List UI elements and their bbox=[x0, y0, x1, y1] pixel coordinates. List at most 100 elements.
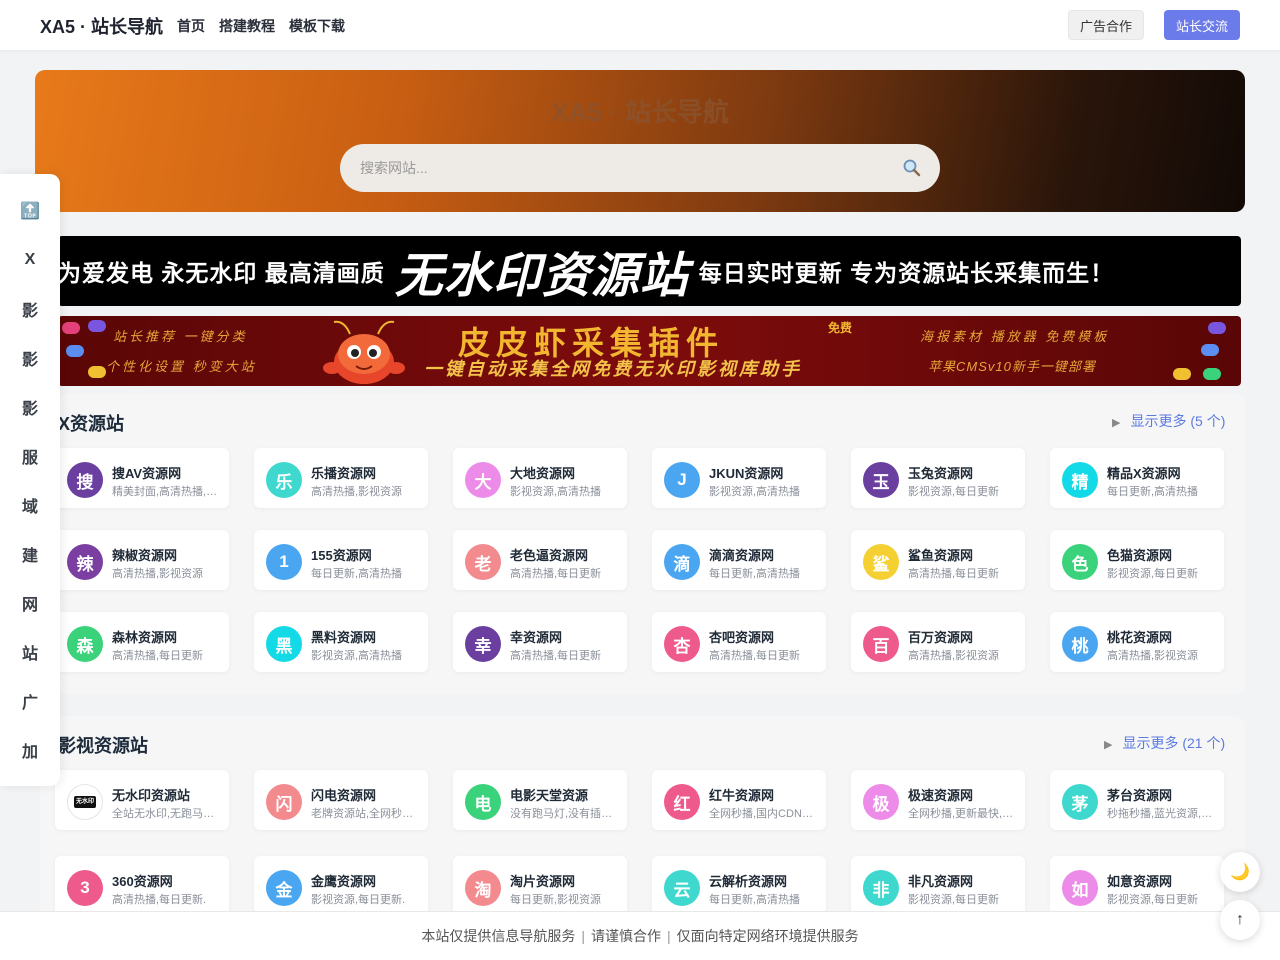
site-brand[interactable]: XA5 · 站长导航 bbox=[40, 13, 163, 39]
site-description: 全站无水印,无跑马灯,高清 bbox=[112, 808, 222, 820]
site-card[interactable]: 茅茅台资源网 秒拖秒播,蓝光资源,高清 bbox=[1050, 770, 1224, 830]
site-card[interactable]: 桃桃花资源网 高清热播,影视资源 bbox=[1050, 612, 1224, 672]
site-description: 每日更新,高清热播 bbox=[709, 894, 801, 906]
site-avatar: 色 bbox=[1062, 544, 1098, 580]
sidebar-item[interactable]: 站 bbox=[0, 632, 60, 672]
webmaster-exchange-button[interactable]: 站长交流 bbox=[1164, 10, 1240, 40]
site-name: 155资源网 bbox=[311, 548, 372, 563]
site-card[interactable]: 鲨鲨鱼资源网 高清热播,每日更新 bbox=[851, 530, 1025, 590]
nav-tutorial[interactable]: 搭建教程 bbox=[219, 16, 275, 36]
site-card[interactable]: 乐乐播资源网 高清热播,影视资源 bbox=[254, 448, 428, 508]
site-card[interactable]: 色色猫资源网 影视资源,每日更新 bbox=[1050, 530, 1224, 590]
site-name: 辣椒资源网 bbox=[112, 548, 178, 563]
banner-play-icon bbox=[1173, 368, 1191, 380]
sidebar-item[interactable]: 域 bbox=[0, 485, 60, 525]
site-name: JKUN资源网 bbox=[709, 466, 784, 481]
back-to-top-arrow-icon[interactable]: ↑ bbox=[1220, 900, 1260, 940]
site-name: 玉兔资源网 bbox=[908, 466, 974, 481]
banner2-left-bottom-text: 个性化设置 秒变大站 bbox=[106, 359, 257, 374]
site-description: 每日更新,高清热播 bbox=[709, 568, 801, 580]
site-name: 360资源网 bbox=[112, 874, 173, 889]
site-card[interactable]: 玉玉兔资源网 影视资源,每日更新 bbox=[851, 448, 1025, 508]
site-avatar: 鲨 bbox=[863, 544, 899, 580]
site-name: 鲨鱼资源网 bbox=[908, 548, 974, 563]
ad-banner-watermark-free[interactable]: 为爱发电 永无水印 最高清画质 无水印资源站 每日实时更新 专为资源站长采集而生… bbox=[58, 236, 1241, 306]
site-name: 色猫资源网 bbox=[1107, 548, 1173, 563]
site-card[interactable]: 非非凡资源网 影视资源,每日更新 bbox=[851, 856, 1025, 916]
site-card[interactable]: 金金鹰资源网 影视资源,每日更新. bbox=[254, 856, 428, 916]
site-card[interactable]: J JKUN资源网 影视资源,高清热播 bbox=[652, 448, 826, 508]
site-card[interactable]: 云云解析资源网 每日更新,高清热播 bbox=[652, 856, 826, 916]
site-logo-icon: 无水印 bbox=[73, 796, 96, 808]
hero-title: XA5 · 站长导航 bbox=[551, 97, 729, 127]
sidebar-item[interactable]: 影 bbox=[0, 338, 60, 378]
site-card[interactable]: 百百万资源网 高清热播,影视资源 bbox=[851, 612, 1025, 672]
site-name: 桃花资源网 bbox=[1107, 630, 1173, 645]
category-sidebar: 🔝 X 影影影服域建网站广加 bbox=[0, 174, 60, 786]
site-card[interactable]: 大大地资源网 影视资源,高清热播 bbox=[453, 448, 627, 508]
site-name: 淘片资源网 bbox=[510, 874, 576, 889]
site-name: 非凡资源网 bbox=[908, 874, 974, 889]
search-icon[interactable] bbox=[902, 158, 922, 178]
sidebar-top-icon[interactable]: 🔝 bbox=[0, 191, 60, 231]
sidebar-item[interactable]: 影 bbox=[0, 387, 60, 427]
site-card[interactable]: 3 360资源网 高清热播,每日更新. bbox=[55, 856, 229, 916]
sidebar-item[interactable]: 建 bbox=[0, 534, 60, 574]
site-card[interactable]: 辣辣椒资源网 高清热播,影视资源 bbox=[55, 530, 229, 590]
site-description: 没有跑马灯,没有插播广告 bbox=[510, 808, 620, 820]
sidebar-item[interactable]: 广 bbox=[0, 681, 60, 721]
site-card[interactable]: 闪闪电资源网老牌资源站,全网秒播,更新快 bbox=[254, 770, 428, 830]
sidebar-item[interactable]: 影 bbox=[0, 289, 60, 329]
sidebar-item[interactable]: 加 bbox=[0, 730, 60, 770]
site-card[interactable]: 无水印 无水印资源站全站无水印,无跑马灯,高清 bbox=[55, 770, 229, 830]
site-avatar: J bbox=[664, 462, 700, 498]
site-card[interactable]: 滴滴滴资源网 每日更新,高清热播 bbox=[652, 530, 826, 590]
sidebar-item[interactable]: 服 bbox=[0, 436, 60, 476]
site-description: 老牌资源站,全网秒播,更新快 bbox=[311, 808, 421, 820]
site-name: 森林资源网 bbox=[112, 630, 178, 645]
site-avatar: 老 bbox=[465, 544, 501, 580]
site-card[interactable]: 淘淘片资源网 每日更新,影视资源 bbox=[453, 856, 627, 916]
show-more-link[interactable]: ▶ 显示更多 (5 个) bbox=[1112, 411, 1225, 431]
site-card[interactable]: 极极速资源网 全网秒播,更新最快,稳定 bbox=[851, 770, 1025, 830]
site-card[interactable]: 红红牛资源网 全网秒播,国内CDN加速 bbox=[652, 770, 826, 830]
theme-toggle-moon-icon[interactable]: 🌙 bbox=[1220, 852, 1260, 892]
site-card[interactable]: 幸幸资源网 高清热播,每日更新 bbox=[453, 612, 627, 672]
search-input[interactable] bbox=[360, 144, 880, 192]
banner2-right-bottom-text: 苹果CMSv10新手一键部署 bbox=[928, 359, 1096, 374]
banner-play-icon bbox=[1203, 368, 1221, 380]
site-avatar: 黑 bbox=[266, 626, 302, 662]
site-avatar: 滴 bbox=[664, 544, 700, 580]
sidebar-item[interactable]: X bbox=[0, 240, 60, 280]
banner2-subtitle: 一键自动采集全网免费无水印影视库助手 bbox=[424, 359, 802, 379]
site-card[interactable]: 精精品X资源网 每日更新,高清热播 bbox=[1050, 448, 1224, 508]
site-card[interactable]: 老老色逼资源网 高清热播,每日更新 bbox=[453, 530, 627, 590]
site-avatar: 搜 bbox=[67, 462, 103, 498]
sidebar-item[interactable]: 网 bbox=[0, 583, 60, 623]
site-name: 大地资源网 bbox=[510, 466, 576, 481]
site-name: 老色逼资源网 bbox=[510, 548, 589, 563]
site-name: 杏吧资源网 bbox=[709, 630, 775, 645]
ad-cooperation-button[interactable]: 广告合作 bbox=[1068, 10, 1144, 40]
site-avatar: 无水印 bbox=[67, 784, 103, 820]
ad-banner-collector-plugin[interactable]: 站长推荐 一键分类 个性化设置 秒变大站 皮皮虾采集插件 免费 一键自动采集全网… bbox=[58, 316, 1241, 386]
nav-templates[interactable]: 模板下载 bbox=[289, 16, 345, 36]
search-box bbox=[340, 144, 940, 192]
site-card[interactable]: 黑黑料资源网 影视资源,高清热播 bbox=[254, 612, 428, 672]
site-description: 全网秒播,国内CDN加速 bbox=[709, 808, 819, 820]
site-avatar: 桃 bbox=[1062, 626, 1098, 662]
site-card[interactable]: 电电影天堂资源没有跑马灯,没有插播广告 bbox=[453, 770, 627, 830]
show-more-link[interactable]: ▶ 显示更多 (21 个) bbox=[1104, 733, 1225, 753]
site-name: 搜AV资源网 bbox=[112, 466, 182, 481]
site-card[interactable]: 杏杏吧资源网 高清热播,每日更新 bbox=[652, 612, 826, 672]
triangle-right-icon: ▶ bbox=[1104, 739, 1113, 751]
site-card[interactable]: 1 155资源网 每日更新,高清热播 bbox=[254, 530, 428, 590]
site-card[interactable]: 搜搜AV资源网精美封面,高清热播,影视资源 bbox=[55, 448, 229, 508]
nav-home[interactable]: 首页 bbox=[177, 16, 205, 36]
site-name: 百万资源网 bbox=[908, 630, 974, 645]
site-card[interactable]: 森森林资源网 高清热播,每日更新 bbox=[55, 612, 229, 672]
site-description: 秒拖秒播,蓝光资源,高清 bbox=[1107, 808, 1217, 820]
site-name: 闪电资源网 bbox=[311, 788, 377, 803]
site-card[interactable]: 如如意资源网 影视资源,每日更新 bbox=[1050, 856, 1224, 916]
site-description: 每日更新,高清热播 bbox=[1107, 486, 1199, 498]
